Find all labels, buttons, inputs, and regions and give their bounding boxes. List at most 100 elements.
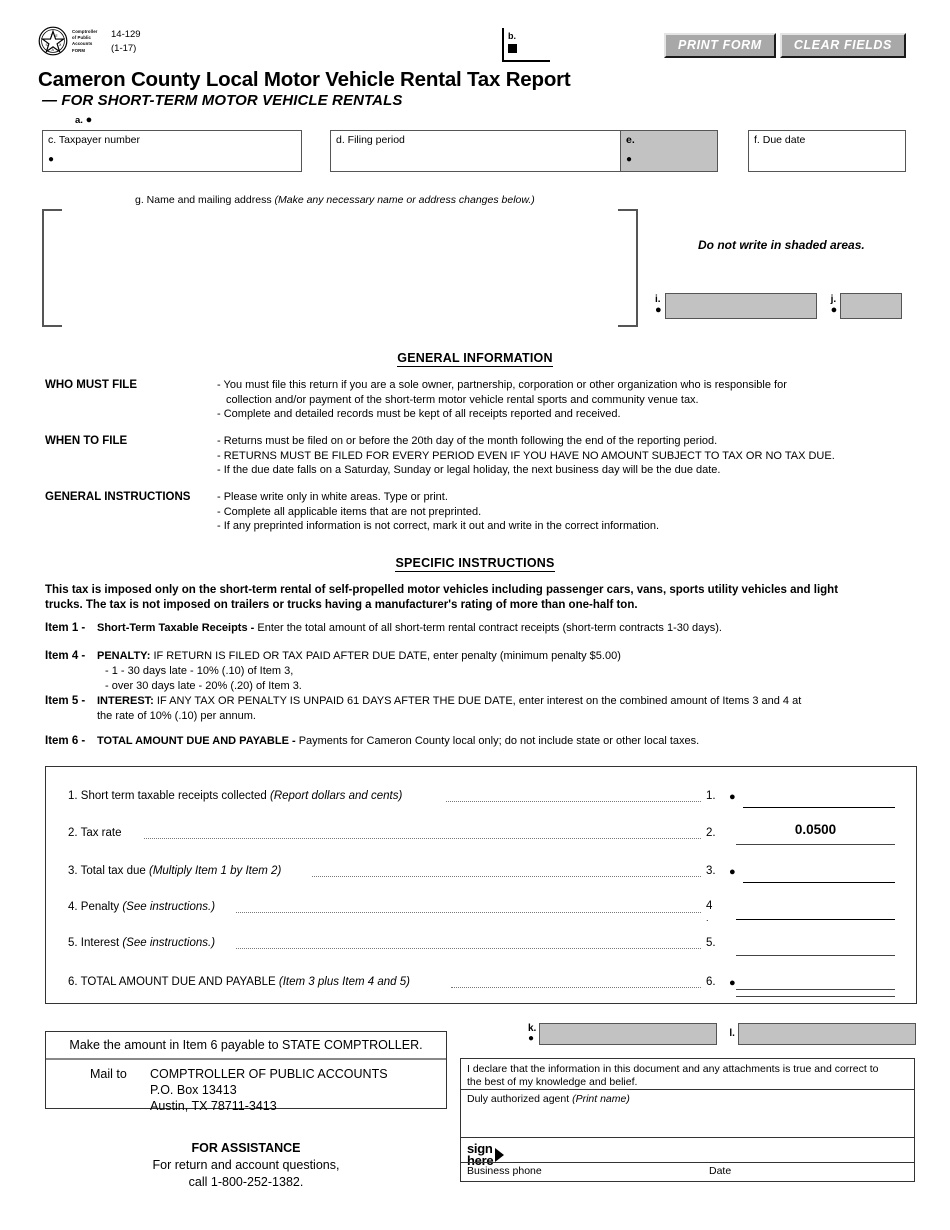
form-action-buttons: PRINT FORM CLEAR FIELDS xyxy=(664,33,906,58)
name-address-bracket-left xyxy=(42,209,62,327)
due-date-field[interactable]: f. Due date xyxy=(748,130,906,172)
mail-to-address: COMPTROLLER OF PUBLIC ACCOUNTS P.O. Box … xyxy=(150,1066,388,1114)
due-date-label: f. Due date xyxy=(754,134,806,146)
mail-to-label: Mail to xyxy=(90,1067,127,1081)
item-5-text: IF ANY TAX OR PENALTY IS UNPAID 61 DAYS … xyxy=(156,695,802,707)
address-line-1: COMPTROLLER OF PUBLIC ACCOUNTS xyxy=(150,1067,388,1081)
row-6-desc-italic: (Item 3 plus Item 4 and 5) xyxy=(278,976,410,988)
row-1-description: 1. Short term taxable receipts collected… xyxy=(68,790,402,802)
row-5-number: 5. xyxy=(706,937,716,949)
item-4-sub-2: - over 30 days late - 20% (.20) of Item … xyxy=(105,680,302,692)
payment-instructions-box: Make the amount in Item 6 payable to STA… xyxy=(45,1031,447,1113)
general-instructions-line-3: - If any preprinted information is not c… xyxy=(217,520,660,532)
row-6-bullet: ● xyxy=(729,977,736,989)
field-l-label: l. xyxy=(729,1028,735,1040)
sign-here-arrow-icon xyxy=(495,1147,505,1162)
row-6-amount-rule-bottom xyxy=(736,996,895,997)
field-i-shaded-box xyxy=(664,293,817,319)
row-6-number: 6. xyxy=(706,976,716,988)
row-5-desc-text: 5. Interest xyxy=(68,937,123,949)
form-header-id: T E S X A Comptroller of Public Accounts… xyxy=(38,26,141,56)
clear-fields-button[interactable]: CLEAR FIELDS xyxy=(779,33,906,58)
item-6-body: TOTAL AMOUNT DUE AND PAYABLE - Payments … xyxy=(97,734,925,749)
field-j-bullet: ● xyxy=(830,304,838,317)
taxpayer-number-field[interactable]: c. Taxpayer number ● xyxy=(42,130,302,172)
field-i-label: i. ● xyxy=(655,294,662,317)
row-1-amount-rule xyxy=(743,807,895,808)
filing-period-field[interactable]: d. Filing period xyxy=(330,130,620,172)
corner-horizontal-rule xyxy=(502,60,550,62)
assistance-heading: FOR ASSISTANCE xyxy=(191,1141,301,1155)
item-4-body: PENALTY: IF RETURN IS FILED OR TAX PAID … xyxy=(97,649,925,664)
intro-line-2: trucks. The tax is not imposed on traile… xyxy=(45,599,638,611)
row-1-number: 1. xyxy=(706,790,716,802)
general-instructions-line-1: - Please write only in white areas. Type… xyxy=(217,491,448,503)
when-to-file-line-3: - If the due date falls on a Saturday, S… xyxy=(217,464,721,476)
row-3-amount-rule xyxy=(743,882,895,883)
declaration-line-2: the best of my knowledge and belief. xyxy=(467,1075,638,1088)
instruction-item-4: Item 4 - PENALTY: IF RETURN IS FILED OR … xyxy=(45,649,925,694)
field-b-label: b. xyxy=(508,31,516,41)
name-address-note: (Make any necessary name or address chan… xyxy=(274,194,535,206)
when-to-file-line-1: - Returns must be filed on or before the… xyxy=(217,435,718,447)
field-b-marker xyxy=(508,44,517,53)
row-6-desc-text: 6. TOTAL AMOUNT DUE AND PAYABLE xyxy=(68,976,279,988)
row-1-desc-text: 1. Short term taxable receipts collected xyxy=(68,790,270,802)
page-title: Cameron County Local Motor Vehicle Renta… xyxy=(38,68,571,91)
item-6-text: Payments for Cameron County local only; … xyxy=(298,735,700,747)
row-5-desc-italic: (See instructions.) xyxy=(122,937,216,949)
row-1-desc-italic: (Report dollars and cents) xyxy=(270,790,403,802)
who-must-file-section: WHO MUST FILE - You must file this retur… xyxy=(45,378,920,422)
row-2-desc-text: 2. Tax rate xyxy=(68,827,122,839)
date-label: Date xyxy=(709,1165,732,1177)
form-revision: (1-17) xyxy=(111,42,137,54)
general-information-heading: GENERAL INFORMATION xyxy=(0,351,950,367)
row-3-desc-text: 3. Total tax due xyxy=(68,865,149,877)
instruction-item-1: Item 1 - Short-Term Taxable Receipts - E… xyxy=(45,621,925,636)
who-must-file-body: - You must file this return if you are a… xyxy=(217,378,920,422)
instruction-item-6: Item 6 - TOTAL AMOUNT DUE AND PAYABLE - … xyxy=(45,734,925,749)
taxpayer-number-label: c. Taxpayer number xyxy=(48,134,141,146)
item-4-lead: PENALTY: xyxy=(97,650,154,662)
specific-instructions-intro: This tax is imposed only on the short-te… xyxy=(45,583,923,613)
row-4-desc-text: 4. Penalty xyxy=(68,901,123,913)
specific-instructions-heading-text: SPECIFIC INSTRUCTIONS xyxy=(395,556,555,572)
instruction-item-5: Item 5 - INTEREST: IF ANY TAX OR PENALTY… xyxy=(45,694,925,724)
assistance-line-2: call 1-800-252-1382. xyxy=(188,1175,304,1189)
print-form-button[interactable]: PRINT FORM xyxy=(664,33,776,58)
filing-period-label: d. Filing period xyxy=(336,134,405,146)
field-a-label: a. ● xyxy=(75,115,92,127)
address-line-2: P.O. Box 13413 xyxy=(150,1083,237,1097)
name-address-bracket-right xyxy=(618,209,638,327)
intro-line-1: This tax is imposed only on the short-te… xyxy=(45,584,839,596)
name-address-label-text: g. Name and mailing address xyxy=(135,194,272,206)
name-address-label: g. Name and mailing address (Make any ne… xyxy=(135,194,535,206)
row-3-leader xyxy=(312,876,701,877)
item-5-text-line2: the rate of 10% (.10) per annum. xyxy=(97,710,256,722)
row-5-amount-rule xyxy=(736,955,895,956)
field-b-corner: b. xyxy=(502,28,550,62)
row-6-amount-rule-top xyxy=(736,989,895,990)
item-4-sub-1: - 1 - 30 days late - 10% (.10) of Item 3… xyxy=(105,665,294,677)
field-k-bullet: ● xyxy=(528,1033,535,1044)
corner-vertical-rule xyxy=(502,28,504,62)
field-k-shaded-box xyxy=(539,1023,718,1045)
field-e-shaded: e. ● xyxy=(620,130,718,172)
row-4-stray-period: . xyxy=(706,913,709,923)
field-e-label: e. xyxy=(626,134,635,146)
row-2-number: 2. xyxy=(706,827,716,839)
who-must-file-line-1: - You must file this return if you are a… xyxy=(217,379,787,391)
item-1-number: Item 1 - xyxy=(45,622,86,634)
row-5-description: 5. Interest (See instructions.) xyxy=(68,937,215,949)
authorized-agent-label: Duly authorized agent (Print name) xyxy=(467,1093,630,1106)
item-5-body: INTEREST: IF ANY TAX OR PENALTY IS UNPAI… xyxy=(97,694,925,724)
form-number-block: 14-129 (1-17) xyxy=(111,28,141,56)
signature-block: I declare that the information in this d… xyxy=(460,1058,915,1182)
general-information-heading-text: GENERAL INFORMATION xyxy=(397,351,553,367)
specific-instructions-heading: SPECIFIC INSTRUCTIONS xyxy=(0,556,950,572)
field-l-shaded-box xyxy=(737,1023,916,1045)
item-1-lead: Short-Term Taxable Receipts - xyxy=(97,622,258,634)
field-k-label: k. ● xyxy=(528,1023,536,1045)
field-j-label: j. ● xyxy=(830,294,838,317)
who-must-file-line-2: collection and/or payment of the short-t… xyxy=(226,393,699,406)
